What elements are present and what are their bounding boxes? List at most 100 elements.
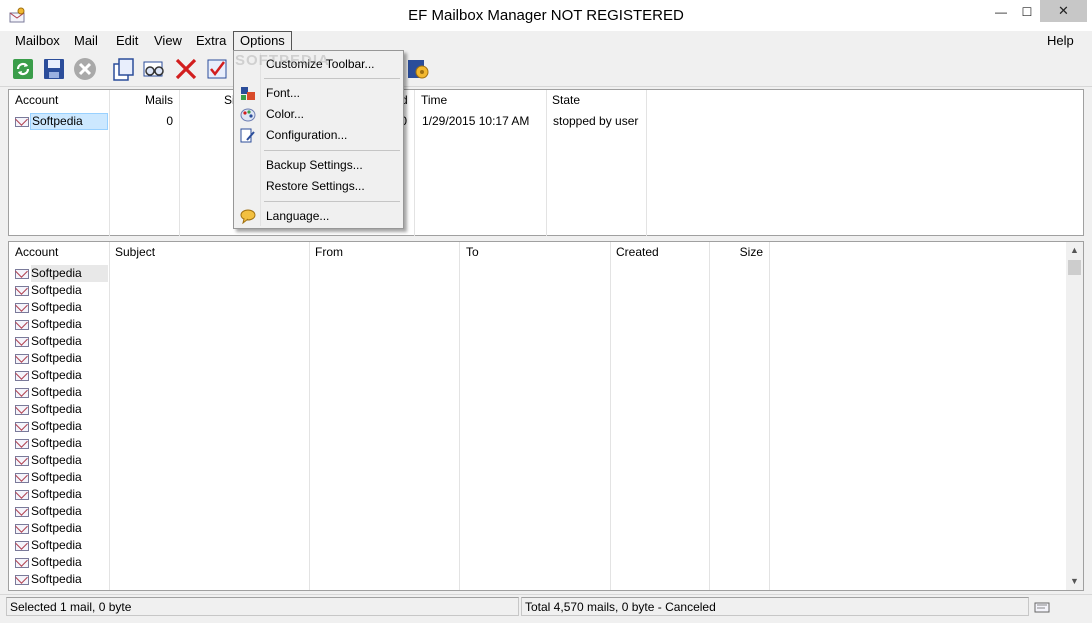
header-from[interactable]: From	[309, 242, 459, 262]
mail-icon	[15, 422, 29, 432]
menu-item-label: Configuration...	[266, 128, 348, 142]
column-divider	[546, 90, 547, 236]
table-row[interactable]: Softpedia	[9, 503, 1066, 520]
mail-icon	[15, 439, 29, 449]
stop-icon[interactable]	[72, 56, 98, 82]
menu-mailbox[interactable]: Mailbox	[9, 31, 66, 51]
menu-separator	[264, 150, 400, 151]
table-row[interactable]: Softpedia	[9, 520, 1066, 537]
window-title: EF Mailbox Manager NOT REGISTERED	[408, 7, 684, 24]
toolbar	[0, 52, 1092, 87]
table-row[interactable]: Softpedia	[9, 469, 1066, 486]
connection-icon	[1034, 602, 1050, 613]
mail-account: Softpedia	[31, 419, 82, 433]
column-divider	[179, 90, 180, 236]
menu-item-label: Font...	[266, 86, 301, 100]
menu-view[interactable]: View	[148, 31, 188, 51]
header-mails[interactable]: Mails	[109, 90, 179, 110]
header-created[interactable]: Created	[610, 242, 709, 262]
menu-item-restore-settings[interactable]: Restore Settings...	[236, 176, 401, 197]
mail-account: Softpedia	[31, 470, 82, 484]
header-size[interactable]: Size	[709, 242, 769, 262]
menu-item-label: Backup Settings...	[266, 158, 363, 172]
mail-icon	[15, 286, 29, 296]
scroll-up-button[interactable]: ▲	[1066, 242, 1083, 259]
table-row[interactable]: Softpedia	[9, 265, 1066, 282]
settings-icon[interactable]	[405, 56, 431, 82]
table-row[interactable]: Softpedia	[9, 418, 1066, 435]
refresh-icon[interactable]	[10, 56, 36, 82]
menu-item-label: Restore Settings...	[266, 179, 365, 193]
table-row[interactable]: Softpedia	[9, 554, 1066, 571]
configuration-icon	[240, 128, 255, 143]
mail-icon	[15, 558, 29, 568]
mail-icon	[15, 473, 29, 483]
table-row[interactable]: Softpedia	[9, 299, 1066, 316]
table-row[interactable]: Softpedia 0 0 1/29/2015 10:17 AM stopped…	[9, 113, 1083, 130]
scroll-down-button[interactable]: ▼	[1066, 573, 1083, 590]
table-row[interactable]: Softpedia	[9, 435, 1066, 452]
mail-table: Account Subject From To Created Size Sof…	[8, 241, 1084, 591]
column-divider	[646, 90, 647, 236]
table-row[interactable]: Softpedia	[9, 384, 1066, 401]
menu-item-font[interactable]: Font...	[236, 83, 401, 104]
mail-icon	[15, 507, 29, 517]
column-divider	[109, 90, 110, 236]
maximize-button[interactable]: ☐	[1012, 0, 1042, 25]
menu-item-backup-settings[interactable]: Backup Settings...	[236, 155, 401, 176]
table-row[interactable]: Softpedia	[9, 537, 1066, 554]
status-bar: Selected 1 mail, 0 byte Total 4,570 mail…	[0, 594, 1092, 617]
mail-icon	[15, 354, 29, 364]
mail-account: Softpedia	[31, 351, 82, 365]
mail-icon	[15, 371, 29, 381]
mail-icon	[15, 388, 29, 398]
mail-account: Softpedia	[31, 521, 82, 535]
watermark: SOFTPEDIA	[235, 52, 330, 69]
header-to[interactable]: To	[460, 242, 610, 262]
header-state[interactable]: State	[546, 90, 646, 110]
save-icon[interactable]	[41, 56, 67, 82]
menu-extra[interactable]: Extra	[190, 31, 232, 51]
header-account[interactable]: Account	[9, 90, 109, 110]
mail-account: Softpedia	[31, 436, 82, 450]
account-mails: 0	[166, 114, 173, 128]
menu-options[interactable]: Options	[233, 31, 292, 51]
find-icon[interactable]	[141, 56, 167, 82]
accounts-table: Account Mails Si d Time State Softpedia …	[8, 89, 1084, 236]
menu-item-configuration[interactable]: Configuration...	[236, 125, 401, 146]
header-subject[interactable]: Subject	[109, 242, 309, 262]
table-row[interactable]: Softpedia	[9, 350, 1066, 367]
mail-icon	[15, 269, 29, 279]
table-row[interactable]: Softpedia	[9, 571, 1066, 588]
table-row[interactable]: Softpedia	[9, 452, 1066, 469]
table-row[interactable]: Softpedia	[9, 401, 1066, 418]
title-bar: EF Mailbox Manager NOT REGISTERED — ☐ ✕	[0, 0, 1092, 31]
table-row[interactable]: Softpedia	[9, 486, 1066, 503]
copy-icon[interactable]	[110, 56, 136, 82]
table-row[interactable]: Softpedia	[9, 333, 1066, 350]
mail-account: Softpedia	[31, 317, 82, 331]
menu-mail[interactable]: Mail	[68, 31, 104, 51]
menu-item-language[interactable]: Language...	[236, 206, 401, 227]
delete-icon[interactable]	[173, 56, 199, 82]
menu-item-color[interactable]: Color...	[236, 104, 401, 125]
mail-account: Softpedia	[31, 368, 82, 382]
check-icon[interactable]	[204, 56, 230, 82]
header-time[interactable]: Time	[415, 90, 545, 110]
mail-icon	[15, 575, 29, 585]
menu-item-label: Color...	[266, 107, 305, 121]
scroll-thumb[interactable]	[1068, 260, 1081, 275]
menu-edit[interactable]: Edit	[110, 31, 144, 51]
mail-icon	[15, 337, 29, 347]
table-row[interactable]: Softpedia	[9, 367, 1066, 384]
close-button[interactable]: ✕	[1040, 0, 1087, 22]
table-row[interactable]: Softpedia	[9, 282, 1066, 299]
mail-icon	[15, 303, 29, 313]
mail-account: Softpedia	[31, 385, 82, 399]
header-account[interactable]: Account	[9, 242, 109, 262]
menu-bar: Mailbox Mail Edit View Extra Options Hel…	[0, 31, 1092, 51]
table-row[interactable]: Softpedia	[9, 316, 1066, 333]
mail-account: Softpedia	[31, 504, 82, 518]
vertical-scrollbar[interactable]: ▲ ▼	[1066, 242, 1083, 590]
menu-help[interactable]: Help	[1041, 31, 1080, 51]
